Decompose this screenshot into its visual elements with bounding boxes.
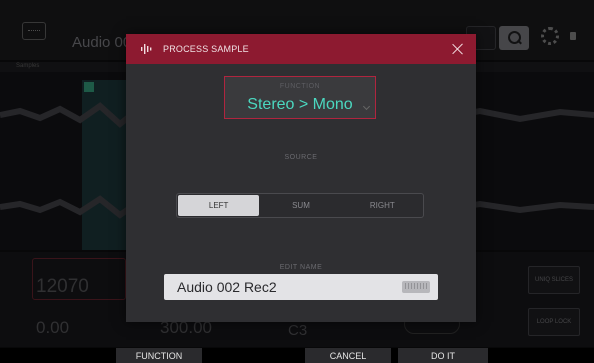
edit-name-label: EDIT NAME [279, 264, 323, 271]
function-value: Stereo > Mono [247, 96, 353, 113]
waveform-icon [141, 44, 152, 54]
source-sum-button[interactable]: SUM [260, 194, 341, 217]
do-it-button[interactable]: DO IT [398, 348, 488, 363]
keyboard-icon[interactable] [402, 281, 430, 293]
dialog-title: PROCESS SAMPLE [163, 44, 249, 54]
source-label: SOURCE [284, 154, 318, 161]
source-left-button[interactable]: LEFT [178, 195, 260, 216]
function-select[interactable]: FUNCTION Stereo > Mono [224, 76, 376, 119]
function-label: FUNCTION [279, 83, 321, 90]
edit-name-field[interactable]: Audio 002 Rec2 [164, 274, 438, 300]
source-selector: LEFT SUM RIGHT [176, 193, 424, 218]
edit-name-value: Audio 002 Rec2 [177, 279, 277, 295]
dialog-header: PROCESS SAMPLE [126, 34, 476, 64]
function-button[interactable]: FUNCTION [116, 348, 202, 363]
close-icon[interactable] [450, 41, 466, 57]
source-right-button[interactable]: RIGHT [342, 194, 423, 217]
cancel-button[interactable]: CANCEL [305, 348, 391, 363]
footer-bar: FUNCTION CANCEL DO IT [0, 348, 594, 363]
process-sample-dialog: PROCESS SAMPLE FUNCTION Stereo > Mono SO… [126, 34, 476, 322]
